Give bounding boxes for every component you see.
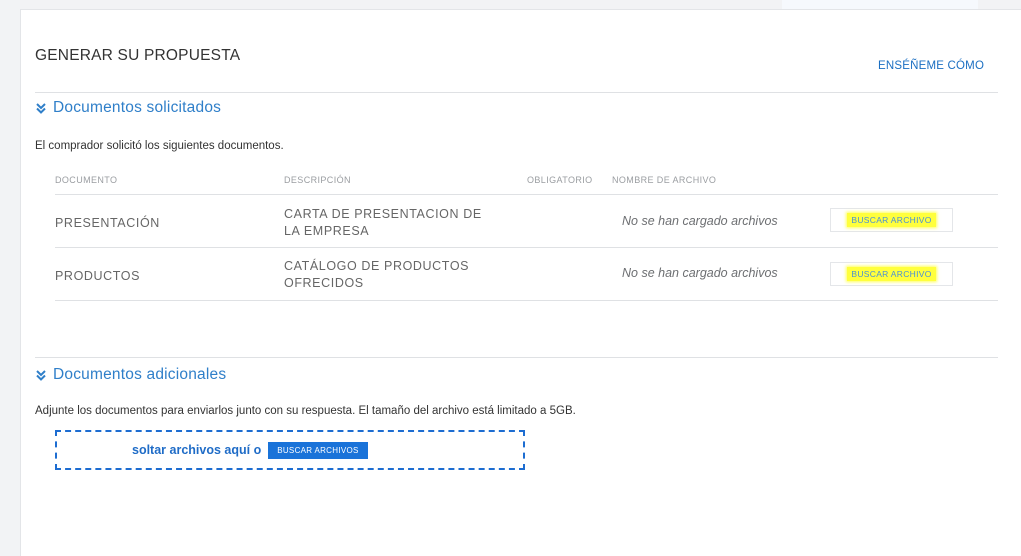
chevron-double-down-icon [36, 103, 46, 114]
title-divider [35, 92, 998, 93]
dropzone-text: soltar archivos aquí o [132, 443, 262, 457]
browse-file-button-label: BUSCAR ARCHIVO [847, 213, 936, 227]
column-header-required: OBLIGATORIO [527, 175, 593, 185]
requested-documents-toggle[interactable]: Documentos solicitados [35, 99, 221, 117]
additional-documents-intro: Adjunte los documentos para enviarlos ju… [35, 405, 576, 417]
browse-file-button[interactable]: BUSCAR ARCHIVO [830, 262, 953, 286]
row-file-status: No se han cargado archivos [622, 214, 778, 228]
section-divider [35, 357, 998, 358]
column-header-description: DESCRIPCIÓN [284, 175, 351, 185]
row-description-line1: CATÁLOGO DE PRODUCTOS [284, 259, 470, 273]
chevron-double-down-icon [36, 370, 46, 381]
requested-documents-heading: Documentos solicitados [53, 99, 222, 116]
row-file-status: No se han cargado archivos [622, 266, 778, 280]
row-description-line2: OFRECIDOS [284, 276, 364, 290]
show-me-how-link[interactable]: ENSÉÑEME CÓMO [878, 60, 984, 72]
additional-documents-toggle[interactable]: Documentos adicionales [35, 366, 226, 384]
table-header-divider [55, 194, 998, 195]
row-description-line1: CARTA DE PRESENTACION DE [284, 207, 482, 221]
row-divider [55, 247, 998, 248]
column-header-file-name: NOMBRE DE ARCHIVO [612, 175, 717, 185]
page-title: GENERAR SU PROPUESTA [35, 47, 241, 64]
browse-files-button[interactable]: BUSCAR ARCHIVOS [268, 441, 368, 459]
requested-documents-intro: El comprador solicitó los siguientes doc… [35, 140, 284, 152]
row-document-name: PRODUCTOS [55, 269, 141, 283]
row-description-line2: LA EMPRESA [284, 224, 370, 238]
file-dropzone[interactable]: soltar archivos aquí o BUSCAR ARCHIVOS [55, 430, 525, 470]
column-header-document: DOCUMENTO [55, 175, 118, 185]
row-document-name: PRESENTACIÓN [55, 216, 160, 230]
browse-file-button[interactable]: BUSCAR ARCHIVO [830, 208, 953, 232]
additional-documents-heading: Documentos adicionales [53, 366, 227, 383]
row-divider [55, 300, 998, 301]
browse-file-button-label: BUSCAR ARCHIVO [847, 267, 936, 281]
